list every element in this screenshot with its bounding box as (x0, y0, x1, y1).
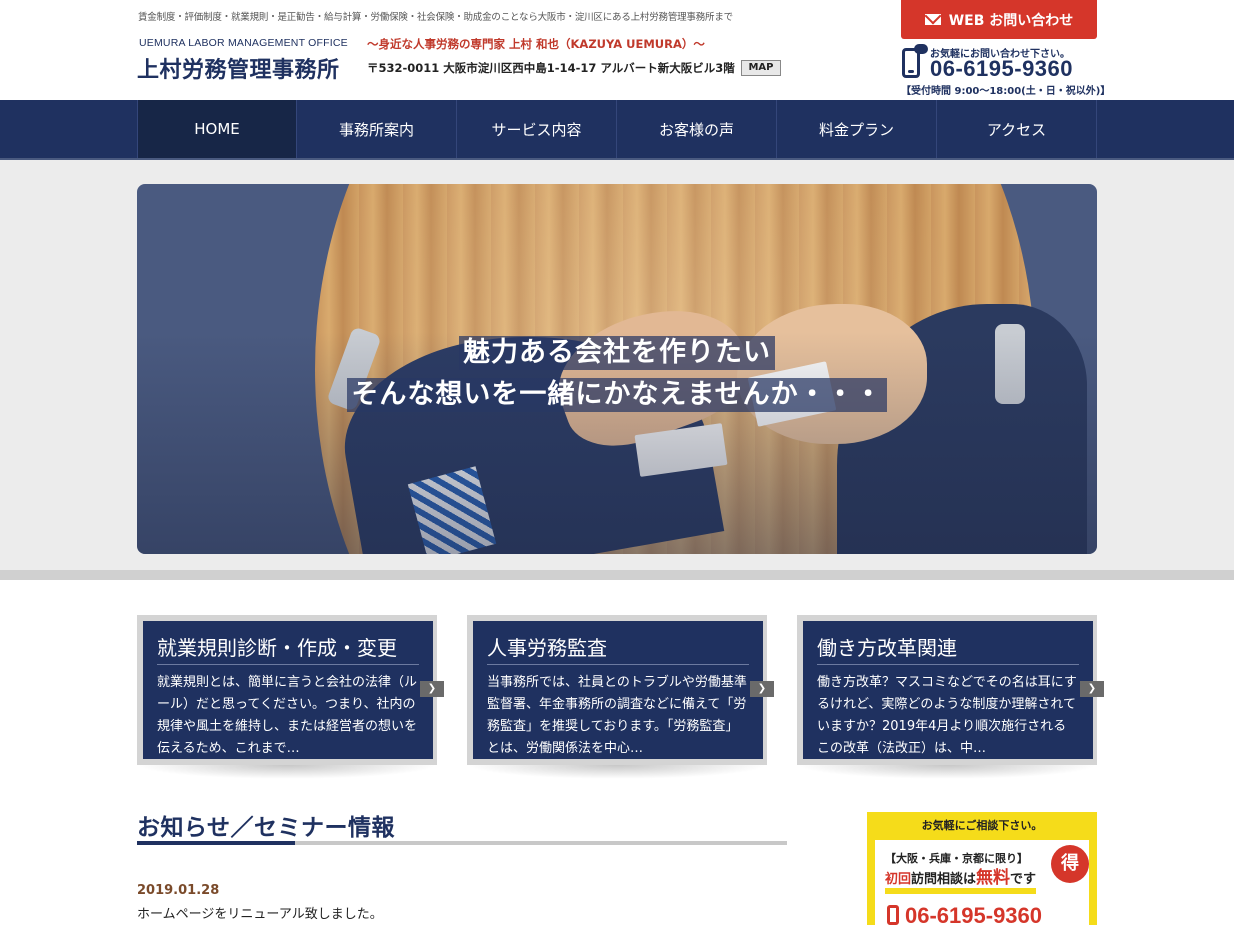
service-card-inner: 就業規則診断・作成・変更 就業規則とは、簡単に言うと会社の法律（ルール）だと思っ… (143, 621, 433, 759)
chevron-right-icon[interactable]: ❯ (1080, 681, 1104, 697)
hero-copy: 魅力ある会社を作りたい そんな想いを一緒にかなえませんか・・・ (137, 336, 1097, 420)
service-title: 人事労務監査 (487, 632, 749, 665)
header-address: 〒532-0011 大阪市淀川区西中島1-14-17 アルバート新大阪ビル3階 (367, 61, 735, 75)
mail-icon (924, 14, 941, 25)
free-middle: 訪問相談は (911, 872, 977, 887)
speech-bubble-icon (914, 44, 928, 54)
service-text: 働き方改革？マスコミなどでその名は耳にするけれど、実際どのような制度か理解されて… (817, 675, 1077, 756)
service-card-inner: 人事労務監査 当事務所では、社員とのトラブルや労働基準監督署、年金事務所の調査な… (473, 621, 763, 759)
tel-number[interactable]: 06-6195-9360 (930, 56, 1073, 82)
consult-panel: 【大阪・兵庫・京都に限り】 初回訪問相談は無料です 得 06-6195-9360 (875, 840, 1089, 925)
consult-area: 【大阪・兵庫・京都に限り】 (885, 852, 1028, 865)
hero-line-1: 魅力ある会社を作りたい (459, 336, 775, 370)
nav-item-access[interactable]: アクセス (937, 100, 1097, 158)
hero-banner: 魅力ある会社を作りたい そんな想いを一緒にかなえませんか・・・ (137, 184, 1097, 554)
header-tagline: 賃金制度・評価制度・就業規則・是正勧告・給与計算・労働保険・社会保険・助成金のこ… (138, 12, 733, 23)
nav-item-office[interactable]: 事務所案内 (297, 100, 457, 158)
free-prefix: 初回 (885, 872, 912, 887)
service-card-rules[interactable]: 就業規則診断・作成・変更 就業規則とは、簡単に言うと会社の法律（ルール）だと思っ… (137, 615, 444, 765)
nav-item-voices[interactable]: お客様の声 (617, 100, 777, 158)
free-suffix: です (1010, 872, 1037, 887)
bonus-badge: 得 (1051, 845, 1089, 883)
logo-english[interactable]: UEMURA LABOR MANAGEMENT OFFICE (139, 37, 348, 49)
web-contact-button[interactable]: WEB お問い合わせ (901, 0, 1097, 39)
main-nav: HOME 事務所案内 サービス内容 お客様の声 料金プラン アクセス (0, 100, 1234, 158)
consult-banner[interactable]: お気軽にご相談下さい。 【大阪・兵庫・京都に限り】 初回訪問相談は無料です 得 … (867, 812, 1097, 925)
nav-item-pricing[interactable]: 料金プラン (777, 100, 937, 158)
chevron-right-icon[interactable]: ❯ (420, 681, 444, 697)
consult-heading: お気軽にご相談下さい。 (921, 819, 1043, 832)
free-word: 無料 (976, 868, 1011, 888)
header-catchphrase: ～身近な人事労務の専門家 上村 和也（KAZUYA UEMURA）～ (367, 37, 705, 51)
service-title: 就業規則診断・作成・変更 (157, 632, 419, 665)
news-item-link[interactable]: ホームページをリニューアル致しました。 (137, 903, 383, 922)
card-shadow (467, 765, 767, 779)
service-title: 働き方改革関連 (817, 632, 1079, 665)
news-date: 2019.01.28 (137, 883, 220, 898)
service-text: 就業規則とは、簡単に言うと会社の法律（ルール）だと思ってください。つまり、社内の… (157, 675, 418, 756)
phone-icon (887, 905, 899, 925)
nav-item-services[interactable]: サービス内容 (457, 100, 617, 158)
service-card-workstyle[interactable]: 働き方改革関連 働き方改革？マスコミなどでその名は耳にするけれど、実際どのような… (797, 615, 1104, 765)
card-shadow (137, 765, 437, 779)
card-shadow (797, 765, 1097, 779)
consult-free-offer: 初回訪問相談は無料です (885, 868, 1037, 894)
logo-japanese[interactable]: 上村労務管理事務所 (137, 52, 340, 84)
site-header: 賃金制度・評価制度・就業規則・是正勧告・給与計算・労働保険・社会保険・助成金のこ… (0, 0, 1234, 100)
news-heading: お知らせ／セミナー情報 (137, 815, 396, 841)
map-button[interactable]: MAP (741, 60, 781, 76)
service-card-audit[interactable]: 人事労務監査 当事務所では、社員とのトラブルや労働基準監督署、年金事務所の調査な… (467, 615, 774, 765)
hero-band-line (0, 570, 1234, 580)
news-divider-accent (137, 841, 295, 845)
nav-item-home[interactable]: HOME (137, 100, 297, 158)
service-card-inner: 働き方改革関連 働き方改革？マスコミなどでその名は耳にするけれど、実際どのような… (803, 621, 1093, 759)
hero-line-2: そんな想いを一緒にかなえませんか・・・ (347, 378, 887, 412)
web-contact-label: WEB お問い合わせ (948, 12, 1074, 29)
chevron-right-icon[interactable]: ❯ (750, 681, 774, 697)
tel-hours: 【受付時間 9:00～18:00(土・日・祝以外)】 (901, 86, 1111, 97)
consult-tel-number[interactable]: 06-6195-9360 (905, 903, 1042, 925)
service-text: 当事務所では、社員とのトラブルや労働基準監督署、年金事務所の調査などに備えて「労… (487, 675, 747, 756)
